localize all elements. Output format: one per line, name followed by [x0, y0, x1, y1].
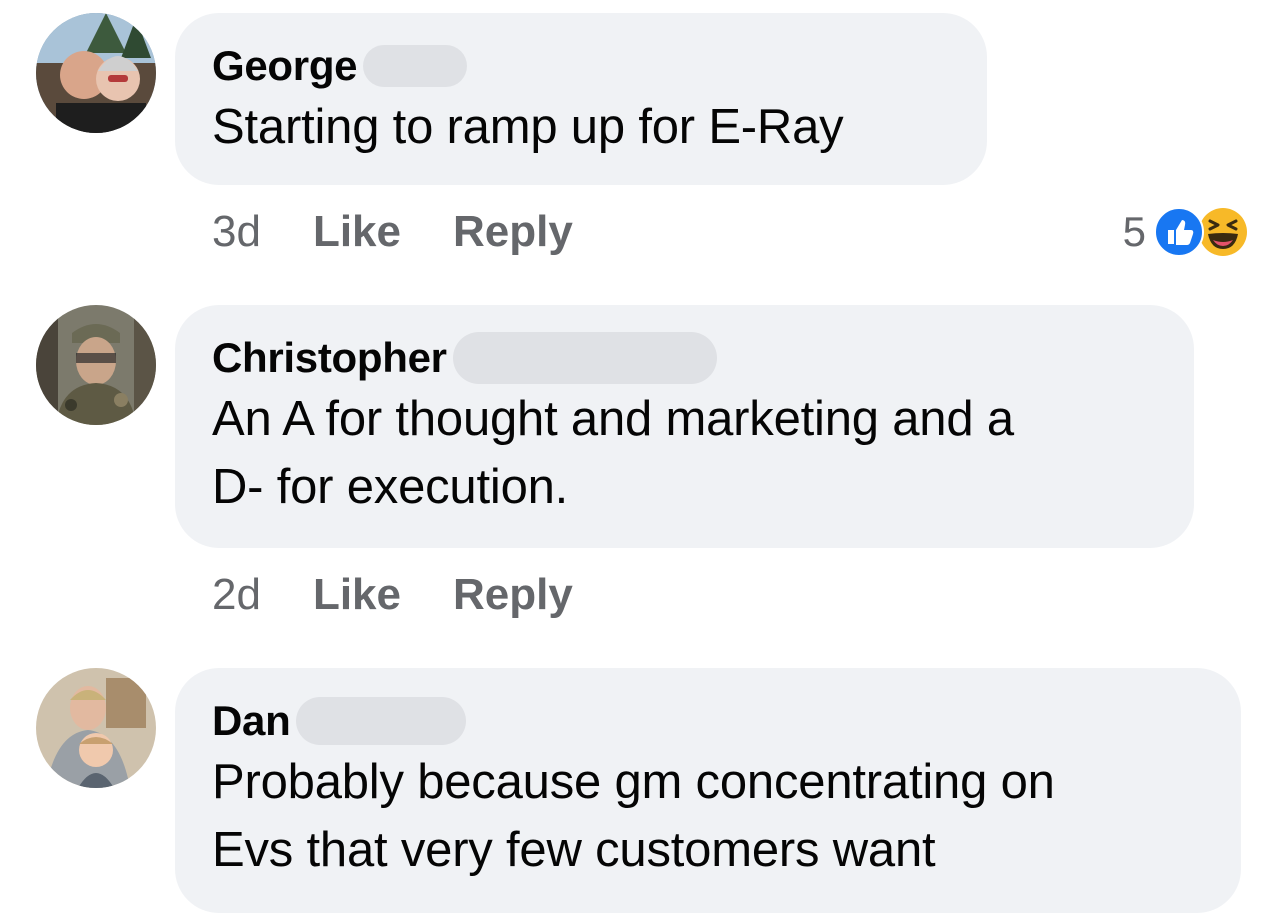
redacted-surname — [296, 697, 467, 745]
like-icon — [1154, 207, 1204, 267]
comment-text-line: Evs that very few customers want — [212, 823, 936, 877]
comment-text-line: D- for execution. — [212, 460, 569, 514]
comment-actions: 2d Like Reply — [212, 565, 625, 625]
avatar[interactable] — [36, 668, 156, 788]
haha-icon — [1198, 207, 1248, 267]
comments-thread: George Starting to ramp up for E-Ray 3d … — [0, 0, 1284, 913]
comment-time[interactable]: 2d — [212, 570, 261, 620]
comment-time[interactable]: 3d — [212, 207, 261, 257]
comment-author[interactable]: Dan — [212, 696, 291, 746]
redacted-surname — [363, 45, 468, 87]
comment-text-line: Probably because gm concentrating on — [212, 755, 1055, 809]
avatar[interactable] — [36, 305, 156, 425]
comment-bubble: Christopher An A for thought and marketi… — [175, 305, 1194, 548]
reply-button[interactable]: Reply — [453, 207, 573, 257]
comment-actions: 3d Like Reply — [212, 202, 625, 262]
comment-author[interactable]: Christopher — [212, 333, 447, 383]
reaction-count: 5 — [1122, 208, 1146, 255]
reply-button[interactable]: Reply — [453, 570, 573, 620]
avatar[interactable] — [36, 13, 156, 133]
comment-text: Starting to ramp up for E-Ray — [212, 100, 844, 154]
redacted-surname — [452, 332, 717, 384]
like-button[interactable]: Like — [313, 207, 401, 257]
comment-author[interactable]: George — [212, 41, 358, 91]
comment-text-line: An A for thought and marketing and a — [212, 392, 1014, 446]
reactions-summary[interactable]: 5 — [1123, 202, 1248, 262]
like-button[interactable]: Like — [313, 570, 401, 620]
comment-bubble: Dan Probably because gm concentrating on… — [175, 668, 1241, 913]
comment-bubble: George Starting to ramp up for E-Ray — [175, 13, 987, 185]
